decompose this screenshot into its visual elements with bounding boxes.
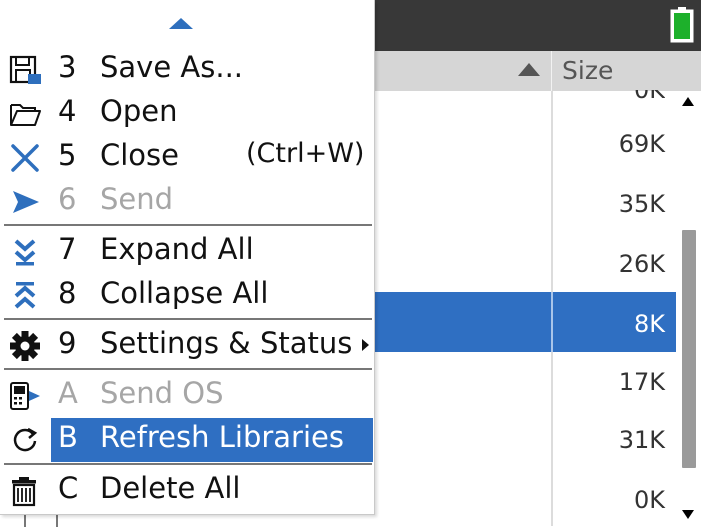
menu-item-shortcut: (Ctrl+W) [246, 138, 365, 169]
size-cell: 17K [618, 368, 665, 396]
menu-item-label: Close [100, 138, 179, 172]
folder-open-icon [10, 104, 41, 126]
file-menu: 3 Save As... 4 Open 5 Close (Ctrl+W) 6 S… [0, 0, 375, 515]
scrollbar-thumb[interactable] [682, 230, 696, 468]
menu-item-key: 9 [58, 326, 77, 360]
menu-item-key: 3 [58, 50, 77, 84]
menu-item-label: Delete All [100, 471, 241, 505]
menu-item-key: 7 [58, 232, 77, 266]
sort-ascending-icon[interactable] [518, 63, 540, 76]
menu-item-collapse-all[interactable]: 8 Collapse All [0, 274, 374, 318]
menu-item-label: Expand All [100, 232, 254, 266]
menu-item-label: Send [100, 182, 174, 216]
menu-separator [4, 463, 372, 465]
trash-icon [12, 477, 36, 507]
menu-item-label: Refresh Libraries [100, 420, 344, 454]
menu-item-key: C [58, 471, 79, 505]
expand-all-icon [14, 239, 36, 266]
menu-item-open[interactable]: 4 Open [0, 92, 374, 136]
header-divider [551, 51, 552, 91]
battery-icon [670, 7, 694, 43]
menu-item-settings-status[interactable]: 9 Settings & Status [0, 324, 374, 368]
menu-item-refresh-libraries[interactable]: B Refresh Libraries [0, 418, 374, 462]
menu-separator [4, 368, 372, 370]
menu-item-save-as[interactable]: 3 Save As... [0, 48, 374, 92]
send-os-icon [10, 382, 40, 410]
menu-item-expand-all[interactable]: 7 Expand All [0, 230, 374, 274]
scroll-up-arrow-icon[interactable] [682, 97, 694, 106]
menu-item-label: Open [100, 94, 178, 128]
menu-separator [4, 318, 372, 320]
menu-item-send-os[interactable]: A Send OS [0, 374, 374, 418]
menu-item-label: Settings & Status [100, 326, 353, 360]
gear-icon [10, 331, 40, 361]
menu-item-delete-all[interactable]: C Delete All [0, 469, 374, 513]
menu-item-label: Collapse All [100, 276, 269, 310]
size-cell: 0K [633, 486, 665, 514]
size-cell: 31K [618, 426, 665, 454]
menu-item-key: 8 [58, 276, 77, 310]
menu-item-label: Save As... [100, 50, 244, 84]
scroll-down-arrow-icon[interactable] [682, 510, 694, 519]
menu-item-label: Send OS [100, 376, 224, 410]
menu-scroll-up-icon[interactable] [169, 18, 193, 29]
size-cell: 26K [618, 250, 665, 278]
menu-item-key: 4 [58, 94, 77, 128]
refresh-icon [13, 427, 38, 452]
menu-item-key: B [58, 420, 78, 454]
menu-separator [4, 224, 372, 226]
close-icon [11, 144, 39, 172]
menu-item-send[interactable]: 6 Send [0, 180, 374, 224]
collapse-all-icon [14, 282, 36, 309]
menu-item-key: 6 [58, 182, 77, 216]
save-as-icon [9, 55, 41, 84]
menu-item-key: 5 [58, 138, 77, 172]
size-cell: 69K [618, 130, 665, 158]
submenu-arrow-icon [362, 339, 369, 351]
selected-row-divider [551, 292, 553, 352]
size-cell: 8K [633, 310, 665, 338]
send-icon [13, 191, 39, 213]
menu-item-key: A [58, 376, 78, 410]
size-cell: 35K [618, 190, 665, 218]
menu-item-close[interactable]: 5 Close (Ctrl+W) [0, 136, 374, 180]
size-column-header[interactable]: Size [562, 56, 613, 85]
